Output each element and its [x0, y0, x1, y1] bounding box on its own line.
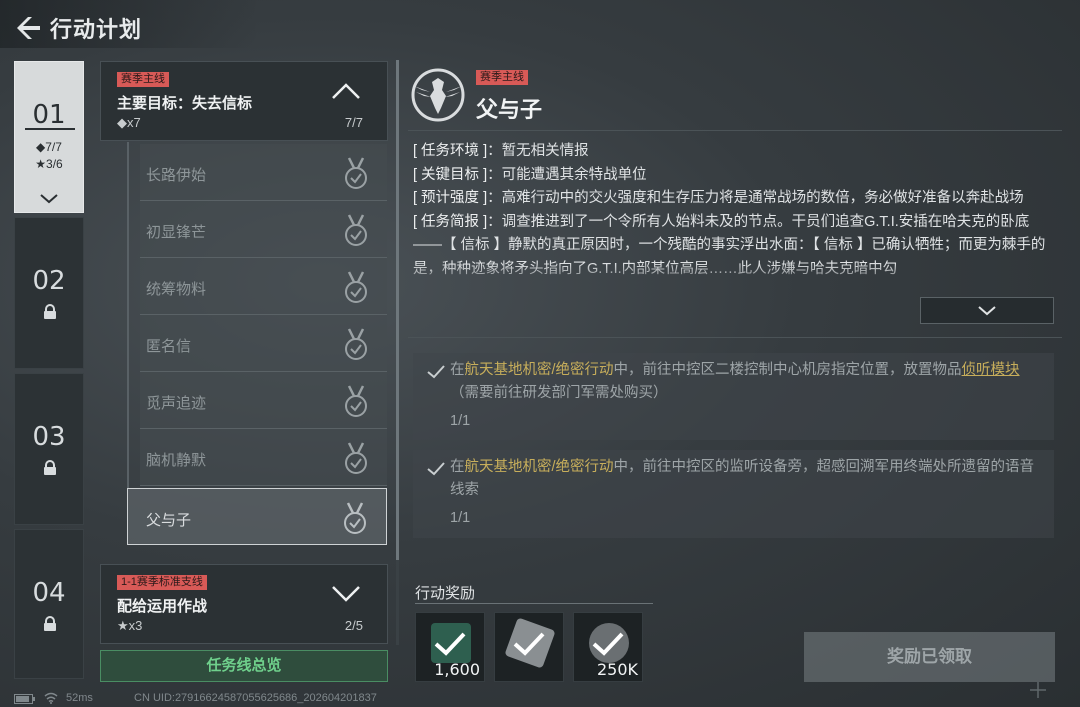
check-icon — [513, 632, 545, 656]
reward-item[interactable]: 1,600 — [415, 612, 485, 682]
chevron-down-icon — [978, 306, 996, 316]
chapter-diamond-progress: ◆7/7 — [36, 140, 62, 154]
mission-info-text: [ 任务环境 ]：暂无相关情报 [ 关键目标 ]：可能遭遇其余特战单位 [ 预计… — [413, 140, 1053, 290]
lock-icon — [44, 304, 56, 319]
sub-mission-label: 匿名信 — [146, 338, 192, 355]
check-icon — [427, 462, 445, 476]
medal-check-icon — [345, 442, 367, 474]
sub-mission-label: 长路伊始 — [146, 167, 207, 184]
player-uid: CN UID:27916624587055625686_202604201837 — [134, 692, 377, 704]
mission-title: 主要目标：失去信标 — [117, 95, 253, 112]
eagle-emblem-icon — [411, 68, 465, 122]
wifi-icon — [44, 692, 58, 704]
chapter-tab-04[interactable]: 04 — [14, 529, 84, 679]
mission-progress: 7/7 — [344, 115, 363, 130]
task-objective: 在航天基地机密/绝密行动中，前往中控区二楼控制中心机房指定位置，放置物品侦听模块… — [413, 353, 1054, 440]
reward-item[interactable]: 250K — [573, 612, 643, 682]
check-icon — [592, 632, 624, 656]
sub-mission-item[interactable]: 初显锋芒 — [140, 201, 387, 258]
medal-check-icon — [345, 385, 367, 417]
chapter-number: 04 — [32, 578, 66, 608]
mission-reward: ◆x7 — [117, 115, 141, 130]
sub-mission-item[interactable]: 统筹物料 — [140, 258, 387, 315]
info-key-target: [ 关键目标 ]：可能遭遇其余特战单位 — [413, 166, 647, 183]
sub-mission-label: 父与子 — [146, 512, 192, 529]
task-description: 在航天基地机密/绝密行动中，前往中控区二楼控制中心机房指定位置，放置物品侦听模块… — [450, 362, 1020, 401]
chapter-tab-03[interactable]: 03 — [14, 373, 84, 525]
lock-icon — [44, 616, 56, 631]
reward-quantity: 250K — [596, 660, 638, 679]
mission-tag: 1-1赛季标准支线 — [117, 575, 207, 590]
mission-overview-button[interactable]: 任务线总览 — [100, 650, 388, 682]
ping-readout: 52ms — [66, 692, 93, 704]
reward-claimed-button: 奖励已领取 — [804, 632, 1055, 682]
chapter-number: 01 — [32, 100, 66, 130]
detail-title: 父与子 — [476, 97, 543, 122]
expand-info-button[interactable] — [920, 297, 1054, 324]
task-objective: 在航天基地机密/绝密行动中，前往中控区的监听设备旁，超感回溯军用终端处所遗留的语… — [413, 450, 1054, 538]
chevron-down-icon[interactable] — [40, 194, 58, 204]
divider — [408, 130, 1062, 131]
chevron-up-icon[interactable] — [331, 82, 361, 100]
back-arrow-icon[interactable] — [12, 14, 42, 42]
subtree-connector — [127, 142, 129, 488]
task-progress: 1/1 — [450, 413, 471, 429]
chapter-tab-02[interactable]: 02 — [14, 217, 84, 369]
battery-icon — [14, 694, 35, 704]
info-briefing: [ 任务简报 ]：调查推进到了一个令所有人始料未及的节点。干员们追查G.T.I.… — [413, 213, 1046, 277]
info-environment: [ 任务环境 ]：暂无相关情报 — [413, 143, 589, 159]
plus-icon — [1030, 682, 1046, 698]
main-mission-card[interactable]: 赛季主线 主要目标：失去信标 ◆x7 7/7 — [100, 61, 388, 141]
check-icon — [434, 632, 466, 656]
side-mission-card[interactable]: 1-1赛季标准支线 配给运用作战 ★x3 2/5 — [100, 564, 388, 644]
chapter-number: 03 — [32, 422, 66, 452]
detail-tag: 赛季主线 — [476, 70, 528, 85]
mission-reward: ★x3 — [117, 618, 143, 633]
chapter-tab-01[interactable]: 01 ◆7/7 ★3/6 — [14, 61, 84, 213]
reward-quantity: 1,600 — [434, 660, 480, 679]
task-description: 在航天基地机密/绝密行动中，前往中控区的监听设备旁，超感回溯军用终端处所遗留的语… — [450, 459, 1035, 498]
rewards-title: 行动奖励 — [415, 585, 476, 602]
mission-progress: 2/5 — [344, 618, 363, 633]
sub-mission-label: 初显锋芒 — [146, 224, 207, 241]
sub-mission-item[interactable]: 长路伊始 — [140, 144, 387, 201]
sub-mission-item[interactable]: 脑机静默 — [140, 429, 387, 486]
sub-mission-label: 统筹物料 — [146, 281, 207, 298]
medal-check-icon — [345, 157, 367, 189]
sub-mission-label: 脑机静默 — [146, 452, 207, 469]
divider — [408, 337, 1062, 338]
lock-icon — [44, 460, 56, 475]
chapter-underline — [25, 128, 75, 130]
chapter-star-progress: ★3/6 — [35, 157, 63, 171]
info-strength: [ 预计强度 ]：高难行动中的交火强度和生存压力将是通常战场的数倍，务必做好准备… — [413, 190, 1024, 206]
rewards-underline — [415, 603, 653, 604]
medal-check-icon — [344, 502, 366, 534]
medal-check-icon — [345, 271, 367, 303]
page-title: 行动计划 — [50, 17, 143, 42]
scrollbar-thumb[interactable] — [396, 60, 399, 560]
sub-mission-label: 觅声追迹 — [146, 395, 207, 412]
chevron-down-icon[interactable] — [331, 585, 361, 603]
medal-check-icon — [345, 214, 367, 246]
task-progress: 1/1 — [450, 510, 471, 526]
medal-check-icon — [345, 328, 367, 360]
sub-mission-item[interactable]: 觅声追迹 — [140, 372, 387, 429]
check-icon — [427, 365, 445, 379]
chapter-number: 02 — [32, 266, 66, 296]
mission-title: 配给运用作战 — [117, 598, 208, 615]
reward-item[interactable] — [494, 612, 564, 682]
sub-mission-item-selected[interactable]: 父与子 — [127, 488, 387, 545]
mission-tag: 赛季主线 — [117, 72, 169, 87]
sub-mission-item[interactable]: 匿名信 — [140, 315, 387, 372]
